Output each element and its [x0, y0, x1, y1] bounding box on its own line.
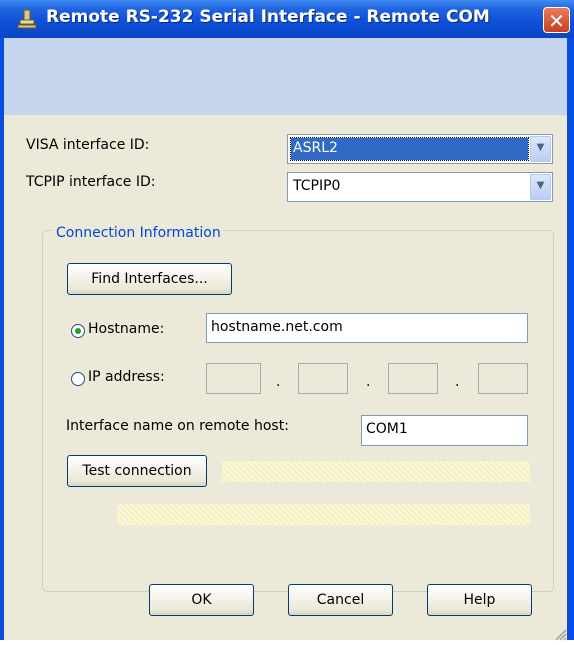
ip-address-label: IP address:: [88, 369, 165, 385]
ip-octet-4-input[interactable]: [478, 363, 528, 394]
tcpip-label: TCPIP interface ID:: [26, 174, 156, 190]
close-button[interactable]: ✕: [543, 7, 570, 33]
hostname-input[interactable]: hostname.net.com: [206, 313, 528, 343]
window-title: Remote RS-232 Serial Interface - Remote …: [46, 7, 490, 27]
cancel-button[interactable]: Cancel: [288, 584, 393, 616]
status-field-2: [117, 504, 530, 525]
ip-octet-3-input[interactable]: [388, 363, 438, 394]
status-field-1: [222, 461, 530, 482]
dialog-window: Remote RS-232 Serial Interface - Remote …: [0, 0, 574, 641]
title-bar[interactable]: Remote RS-232 Serial Interface - Remote …: [0, 0, 574, 38]
tcpip-value: TCPIP0: [293, 178, 341, 194]
visa-label: VISA interface ID:: [26, 137, 150, 153]
resize-grip-icon[interactable]: [553, 626, 567, 641]
remote-interface-label: Interface name on remote host:: [66, 418, 289, 434]
test-connection-button[interactable]: Test connection: [67, 455, 207, 487]
ip-separator: .: [455, 374, 460, 390]
ip-octet-1-input[interactable]: [206, 363, 261, 394]
dialog-client: VISA interface ID: ASRL2 ▼ TCPIP interfa…: [4, 38, 567, 641]
ip-octet-2-input[interactable]: [298, 363, 348, 394]
visa-interface-select[interactable]: ASRL2 ▼: [287, 134, 553, 164]
connection-group-title: Connection Information: [52, 225, 225, 241]
hostname-label: Hostname:: [88, 321, 165, 337]
ok-button[interactable]: OK: [149, 584, 254, 616]
help-button[interactable]: Help: [427, 584, 532, 616]
ip-address-radio[interactable]: [71, 372, 85, 386]
ip-separator: .: [366, 374, 371, 390]
chevron-down-icon[interactable]: ▼: [530, 174, 551, 200]
find-interfaces-button[interactable]: Find Interfaces...: [67, 263, 232, 295]
visa-value: ASRL2: [290, 137, 529, 161]
serial-port-icon: [16, 8, 38, 30]
chevron-down-icon[interactable]: ▼: [530, 136, 551, 162]
radio-dot: [75, 328, 81, 334]
remote-interface-input[interactable]: COM1: [361, 415, 528, 446]
hostname-radio[interactable]: [71, 324, 85, 338]
tcpip-interface-select[interactable]: TCPIP0 ▼: [287, 172, 553, 202]
close-icon: ✕: [548, 9, 565, 33]
ip-separator: .: [276, 374, 281, 390]
header-banner: [4, 38, 567, 115]
